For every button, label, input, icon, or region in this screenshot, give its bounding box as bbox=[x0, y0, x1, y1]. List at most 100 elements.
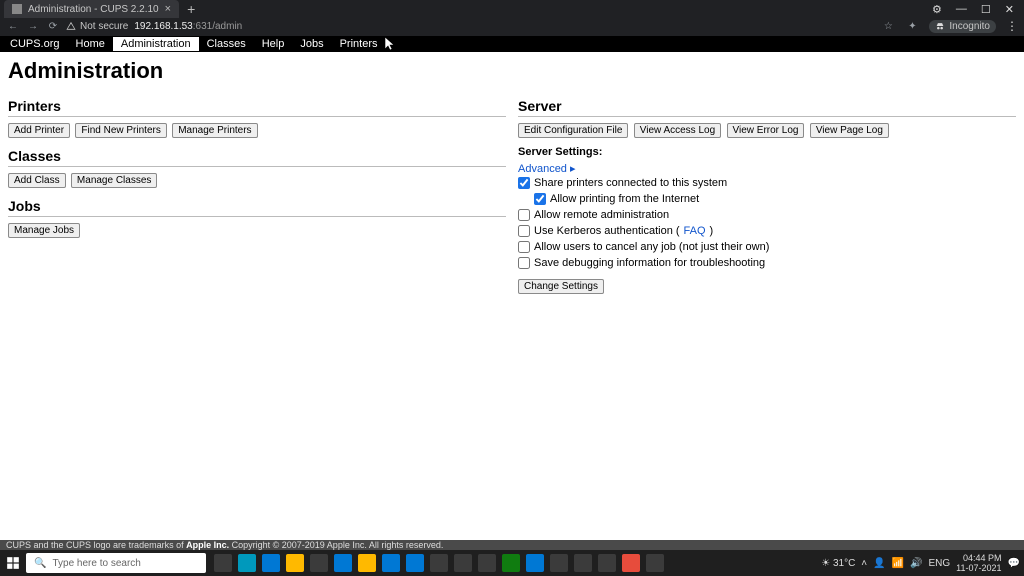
incognito-badge: Incognito bbox=[929, 20, 996, 33]
share-printers-option[interactable]: Share printers connected to this system bbox=[518, 175, 1016, 191]
edit-config-button[interactable]: Edit Configuration File bbox=[518, 123, 628, 138]
start-button[interactable] bbox=[0, 550, 26, 576]
close-window-icon[interactable]: ✕ bbox=[1005, 3, 1014, 16]
taskbar-apps bbox=[214, 554, 664, 572]
kerberos-checkbox[interactable] bbox=[518, 225, 530, 237]
incognito-label: Incognito bbox=[949, 21, 990, 32]
manage-classes-button[interactable]: Manage Classes bbox=[71, 173, 157, 188]
view-page-log-button[interactable]: View Page Log bbox=[810, 123, 889, 138]
back-icon[interactable]: ← bbox=[6, 21, 20, 32]
chrome-icon[interactable] bbox=[310, 554, 328, 572]
nav-help[interactable]: Help bbox=[254, 37, 293, 51]
share-printers-checkbox[interactable] bbox=[518, 177, 530, 189]
address-bar[interactable]: 192.168.1.53:631/admin bbox=[134, 21, 242, 32]
nav-cups-org[interactable]: CUPS.org bbox=[2, 37, 68, 51]
tab-favicon bbox=[12, 4, 22, 14]
minimize-icon[interactable]: — bbox=[956, 3, 967, 16]
cancel-any-job-label: Allow users to cancel any job (not just … bbox=[534, 239, 769, 255]
nav-home[interactable]: Home bbox=[68, 37, 113, 51]
window-controls: ⚙ — ☐ ✕ bbox=[932, 3, 1024, 16]
jobs-heading: Jobs bbox=[8, 198, 506, 217]
windows-logo-icon bbox=[6, 556, 20, 570]
reload-icon[interactable]: ⟳ bbox=[46, 21, 60, 32]
page-title: Administration bbox=[8, 58, 1016, 84]
cancel-any-job-checkbox[interactable] bbox=[518, 241, 530, 253]
word-icon[interactable] bbox=[406, 554, 424, 572]
search-icon: 🔍 bbox=[34, 558, 46, 569]
allow-remote-checkbox[interactable] bbox=[518, 209, 530, 221]
security-badge[interactable]: Not secure bbox=[66, 21, 128, 32]
kerberos-prefix: Use Kerberos authentication ( bbox=[534, 223, 680, 239]
new-tab-button[interactable]: + bbox=[179, 1, 203, 17]
excel-icon[interactable] bbox=[502, 554, 520, 572]
allow-internet-checkbox[interactable] bbox=[534, 193, 546, 205]
bookmark-star-icon[interactable]: ☆ bbox=[881, 21, 895, 32]
chrome-menu-icon[interactable]: ⋮ bbox=[1006, 19, 1018, 33]
add-class-button[interactable]: Add Class bbox=[8, 173, 66, 188]
view-error-log-button[interactable]: View Error Log bbox=[727, 123, 805, 138]
settings-dot-icon[interactable]: ⚙ bbox=[932, 3, 942, 16]
change-settings-button[interactable]: Change Settings bbox=[518, 279, 604, 294]
kerberos-option[interactable]: Use Kerberos authentication (FAQ) bbox=[518, 223, 1016, 239]
nav-classes[interactable]: Classes bbox=[199, 37, 254, 51]
extensions-icon[interactable]: ✦ bbox=[905, 21, 919, 32]
store-icon[interactable] bbox=[334, 554, 352, 572]
allow-internet-option[interactable]: Allow printing from the Internet bbox=[518, 191, 1016, 207]
system-tray: ☀ 31°C ˄ 👤 📶 🔊 ENG 04:44 PM 11-07-2021 💬 bbox=[821, 553, 1024, 573]
browser-chrome: Administration - CUPS 2.2.10 × + ⚙ — ☐ ✕… bbox=[0, 0, 1024, 36]
page-footer: CUPS and the CUPS logo are trademarks of… bbox=[0, 540, 1024, 550]
people-icon[interactable]: 👤 bbox=[873, 558, 885, 569]
app-icon-8[interactable] bbox=[646, 554, 664, 572]
edge-icon[interactable] bbox=[262, 554, 280, 572]
kerberos-faq-link[interactable]: FAQ bbox=[684, 223, 706, 239]
server-settings-label: Server Settings: bbox=[518, 146, 1016, 158]
find-new-printers-button[interactable]: Find New Printers bbox=[75, 123, 166, 138]
network-icon[interactable]: 📶 bbox=[892, 558, 904, 569]
share-printers-label: Share printers connected to this system bbox=[534, 175, 727, 191]
kerberos-suffix: ) bbox=[710, 223, 714, 239]
debug-info-checkbox[interactable] bbox=[518, 257, 530, 269]
allow-remote-option[interactable]: Allow remote administration bbox=[518, 207, 1016, 223]
add-printer-button[interactable]: Add Printer bbox=[8, 123, 70, 138]
browser-tab[interactable]: Administration - CUPS 2.2.10 × bbox=[4, 0, 179, 18]
nav-printers[interactable]: Printers bbox=[332, 37, 386, 51]
outlook-icon[interactable] bbox=[382, 554, 400, 572]
app-icon-4[interactable] bbox=[550, 554, 568, 572]
footer-brand: Apple Inc. bbox=[186, 540, 229, 550]
classes-heading: Classes bbox=[8, 148, 506, 167]
file-explorer-icon[interactable] bbox=[286, 554, 304, 572]
app-icon-1[interactable] bbox=[454, 554, 472, 572]
weather-widget[interactable]: ☀ 31°C bbox=[821, 558, 855, 569]
taskbar-clock[interactable]: 04:44 PM 11-07-2021 bbox=[956, 553, 1001, 573]
debug-info-option[interactable]: Save debugging information for troublesh… bbox=[518, 255, 1016, 271]
tab-title: Administration - CUPS 2.2.10 bbox=[28, 4, 159, 15]
maximize-icon[interactable]: ☐ bbox=[981, 3, 991, 16]
view-access-log-button[interactable]: View Access Log bbox=[634, 123, 721, 138]
app-icon-7[interactable] bbox=[622, 554, 640, 572]
app-icon-3[interactable] bbox=[526, 554, 544, 572]
printers-heading: Printers bbox=[8, 98, 506, 117]
notifications-icon[interactable]: 💬 bbox=[1008, 558, 1020, 569]
task-view-icon[interactable] bbox=[214, 554, 232, 572]
volume-icon[interactable]: 🔊 bbox=[910, 558, 922, 569]
mail-icon[interactable] bbox=[358, 554, 376, 572]
taskbar-search[interactable]: 🔍 Type here to search bbox=[26, 553, 206, 573]
nav-administration[interactable]: Administration bbox=[113, 37, 199, 51]
language-indicator[interactable]: ENG bbox=[929, 558, 951, 569]
advanced-link[interactable]: Advanced ▸ bbox=[518, 162, 1016, 175]
tray-chevron-icon[interactable]: ˄ bbox=[861, 558, 867, 569]
cortana-icon[interactable] bbox=[238, 554, 256, 572]
epic-icon[interactable] bbox=[430, 554, 448, 572]
incognito-icon bbox=[935, 21, 945, 31]
nav-jobs[interactable]: Jobs bbox=[292, 37, 331, 51]
manage-jobs-button[interactable]: Manage Jobs bbox=[8, 223, 80, 238]
app-icon-5[interactable] bbox=[574, 554, 592, 572]
cancel-any-job-option[interactable]: Allow users to cancel any job (not just … bbox=[518, 239, 1016, 255]
manage-printers-button[interactable]: Manage Printers bbox=[172, 123, 257, 138]
footer-suffix: Copyright © 2007-2019 Apple Inc. All rig… bbox=[229, 540, 443, 550]
url-host: 192.168.1.53 bbox=[134, 21, 192, 32]
forward-icon[interactable]: → bbox=[26, 21, 40, 32]
close-icon[interactable]: × bbox=[165, 3, 171, 15]
app-icon-2[interactable] bbox=[478, 554, 496, 572]
app-icon-6[interactable] bbox=[598, 554, 616, 572]
